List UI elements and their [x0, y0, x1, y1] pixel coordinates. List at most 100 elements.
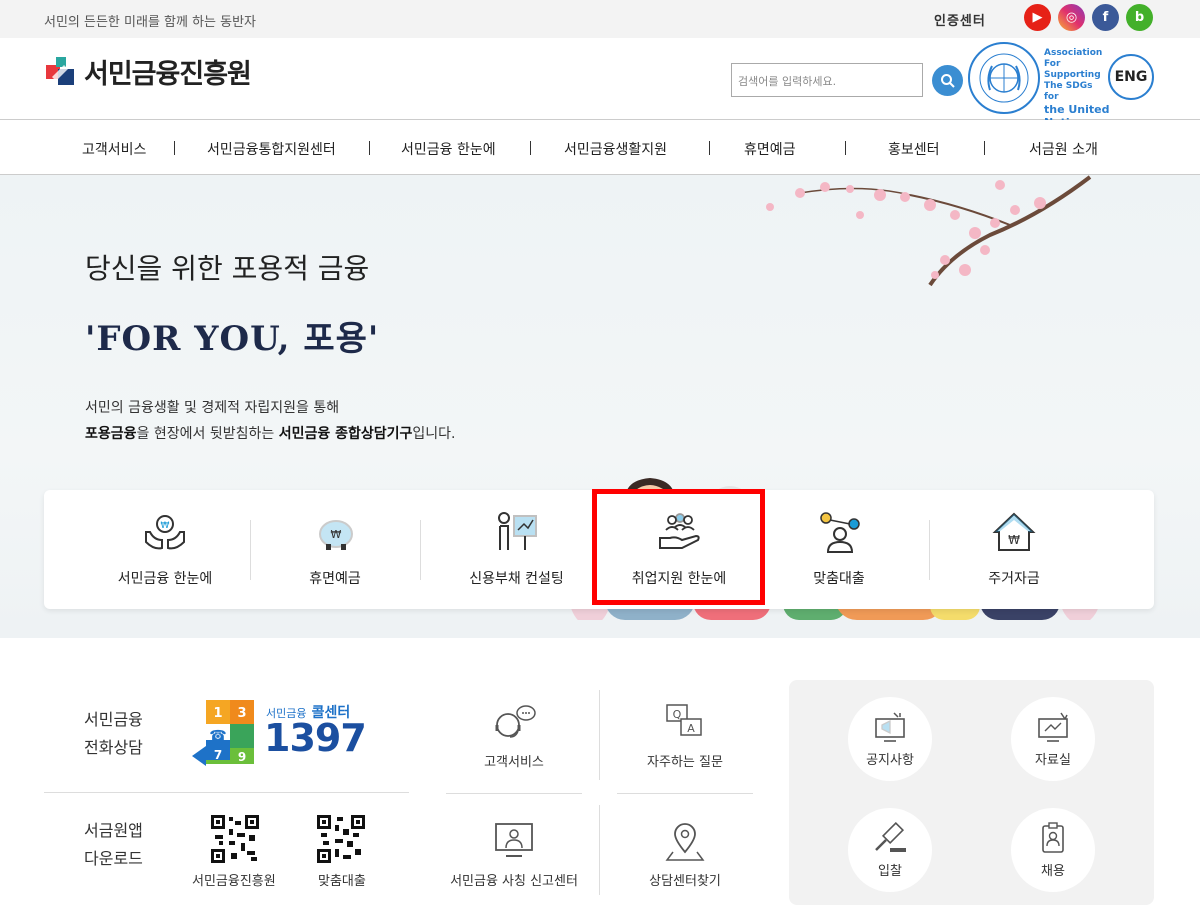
header: 서민금융진흥원 검색어를 입력하세요. Association For Supp… — [0, 38, 1200, 129]
find-center-link[interactable]: 상담센터찾기 — [610, 822, 760, 889]
facebook-icon[interactable]: f — [1092, 4, 1119, 31]
app-download-title: 서금원앱 다운로드 — [84, 817, 143, 873]
nav-item-customer-service[interactable]: 고객서비스 — [82, 139, 146, 159]
qr-code-icon[interactable] — [211, 815, 259, 863]
person-network-icon — [820, 512, 860, 553]
highlight-box — [592, 489, 765, 605]
top-bar: 서민의 든든한 미래를 함께 하는 동반자 인증센터 ▶ ◎ f b — [0, 0, 1200, 38]
quick-item-finance-overview[interactable]: ₩ 서민금융 한눈에 — [100, 490, 230, 609]
un-text-line: The SDGs for — [1044, 81, 1093, 102]
svg-text:₩: ₩ — [331, 528, 342, 541]
search-input[interactable]: 검색어를 입력하세요. — [731, 63, 923, 97]
recruit-link[interactable]: 채용 — [1011, 808, 1095, 892]
phone-keypad-icon: 1 3 7 9 ☎ — [192, 700, 254, 766]
bidding-label: 입찰 — [878, 863, 902, 879]
quick-divider — [250, 520, 251, 580]
un-association-seal-icon — [968, 42, 1040, 114]
hero-slogan: 'FOR YOU, 포용' — [85, 319, 380, 359]
customer-service-label: 고객서비스 — [484, 755, 544, 770]
main-navigation: 고객서비스 서민금융통합지원센터 서민금융 한눈에 서민금융생활지원 휴면예금 … — [0, 120, 1200, 175]
recruit-label: 채용 — [1041, 863, 1065, 879]
quick-item-housing-fund[interactable]: ₩ 주거자금 — [949, 490, 1079, 609]
svg-text:9: 9 — [238, 750, 246, 764]
callcenter-1397-logo[interactable]: 1 3 7 9 ☎ 서민금융 콜센터 1397 — [192, 700, 367, 766]
nav-item-about[interactable]: 서금원 소개 — [1029, 139, 1098, 159]
youtube-icon[interactable]: ▶ — [1024, 4, 1051, 31]
qr-label-custom-loan: 맞춤대출 — [318, 874, 366, 889]
instagram-icon[interactable]: ◎ — [1058, 4, 1085, 31]
qr-label-app: 서민금융진흥원 — [192, 874, 276, 889]
phone-title-line: 서민금융 — [84, 710, 143, 729]
svg-text:☎: ☎ — [209, 728, 226, 744]
faq-link[interactable]: Q A 자주하는 질문 — [610, 703, 760, 770]
gavel-icon — [875, 821, 906, 852]
quick-item-label: 서민금융 한눈에 — [117, 571, 213, 587]
nav-item-dormant-deposit[interactable]: 휴면예금 — [744, 139, 796, 159]
search-icon — [940, 73, 955, 88]
archive-label: 자료실 — [1035, 752, 1071, 768]
cert-center-link[interactable]: 인증센터 — [934, 10, 986, 29]
hero-desc-text: 입니다. — [412, 426, 456, 442]
un-text-line: For Supporting — [1044, 59, 1101, 80]
qa-icon: Q A — [666, 704, 702, 736]
map-pin-icon — [665, 823, 705, 861]
hero-desc-text: 을 현장에서 뒷받침하는 — [136, 426, 279, 442]
svg-text:3: 3 — [237, 706, 246, 721]
fraud-report-link[interactable]: 서민금융 사칭 신고센터 — [439, 822, 589, 889]
quick-item-label: 주거자금 — [988, 571, 1040, 587]
logo-text: 서민금융진흥원 — [84, 59, 252, 90]
fraud-report-label: 서민금융 사칭 신고센터 — [450, 874, 578, 889]
app-title-line: 서금원앱 — [84, 821, 143, 840]
customer-service-link[interactable]: 고객서비스 — [439, 703, 589, 770]
presentation-icon — [497, 512, 537, 550]
nav-divider — [709, 141, 710, 155]
id-badge-icon — [1042, 821, 1064, 853]
nav-divider — [530, 141, 531, 155]
grid-divider — [446, 793, 582, 794]
nav-item-finance-overview[interactable]: 서민금융 한눈에 — [401, 139, 496, 159]
nav-divider — [369, 141, 370, 155]
un-text-line: the United — [1044, 103, 1110, 116]
notice-link[interactable]: 공지사항 — [848, 697, 932, 781]
notice-label: 공지사항 — [866, 752, 914, 768]
monitor-person-icon — [495, 823, 533, 857]
svg-text:₩: ₩ — [1008, 533, 1020, 547]
svg-text:1: 1 — [213, 706, 222, 721]
nav-divider — [174, 141, 175, 155]
site-logo[interactable]: 서민금융진흥원 — [44, 52, 252, 91]
nav-item-integrated-center[interactable]: 서민금융통합지원센터 — [207, 139, 336, 159]
bidding-link[interactable]: 입찰 — [848, 808, 932, 892]
grid-divider — [599, 690, 600, 780]
blog-icon[interactable]: b — [1126, 4, 1153, 31]
svg-text:₩: ₩ — [161, 521, 170, 531]
archive-link[interactable]: 자료실 — [1011, 697, 1095, 781]
callcenter-number: 1397 — [264, 716, 367, 760]
nav-divider — [984, 141, 985, 155]
phone-consult-title: 서민금융 전화상담 — [84, 706, 143, 762]
section-divider — [44, 792, 409, 793]
nav-item-pr-center[interactable]: 홍보센터 — [888, 139, 940, 159]
un-association-text: Association For Supporting The SDGs for … — [1044, 48, 1110, 129]
board-links-panel: 공지사항 자료실 입찰 채용 — [789, 680, 1154, 905]
hero-description-2: 포용금융을 현장에서 뒷받침하는 서민금융 종합상담기구입니다. — [85, 423, 455, 443]
nav-item-life-support[interactable]: 서민금융생활지원 — [564, 139, 667, 159]
grid-divider — [599, 805, 600, 895]
search-button[interactable] — [932, 65, 963, 96]
hero-title: 당신을 위한 포용적 금융 — [85, 252, 370, 285]
quick-item-label: 휴면예금 — [309, 571, 361, 587]
find-center-label: 상담센터찾기 — [649, 874, 721, 889]
quick-item-debt-consulting[interactable]: 신용부채 컨설팅 — [444, 490, 589, 609]
app-title-line: 다운로드 — [84, 849, 143, 868]
quick-item-custom-loan[interactable]: 맞춤대출 — [774, 490, 904, 609]
megaphone-monitor-icon — [875, 711, 905, 742]
un-text-line: Association — [1044, 48, 1103, 58]
quick-item-label: 신용부채 컨설팅 — [469, 571, 564, 587]
eng-language-button[interactable]: ENG — [1108, 54, 1154, 100]
data-monitor-icon — [1038, 712, 1068, 742]
top-slogan: 서민의 든든한 미래를 함께 하는 동반자 — [44, 15, 257, 30]
nav-divider — [845, 141, 846, 155]
quick-item-dormant-deposit[interactable]: ₩ 휴면예금 — [270, 490, 400, 609]
quick-divider — [929, 520, 930, 580]
qr-code-icon[interactable] — [317, 815, 365, 863]
quick-item-label: 맞춤대출 — [813, 571, 865, 587]
